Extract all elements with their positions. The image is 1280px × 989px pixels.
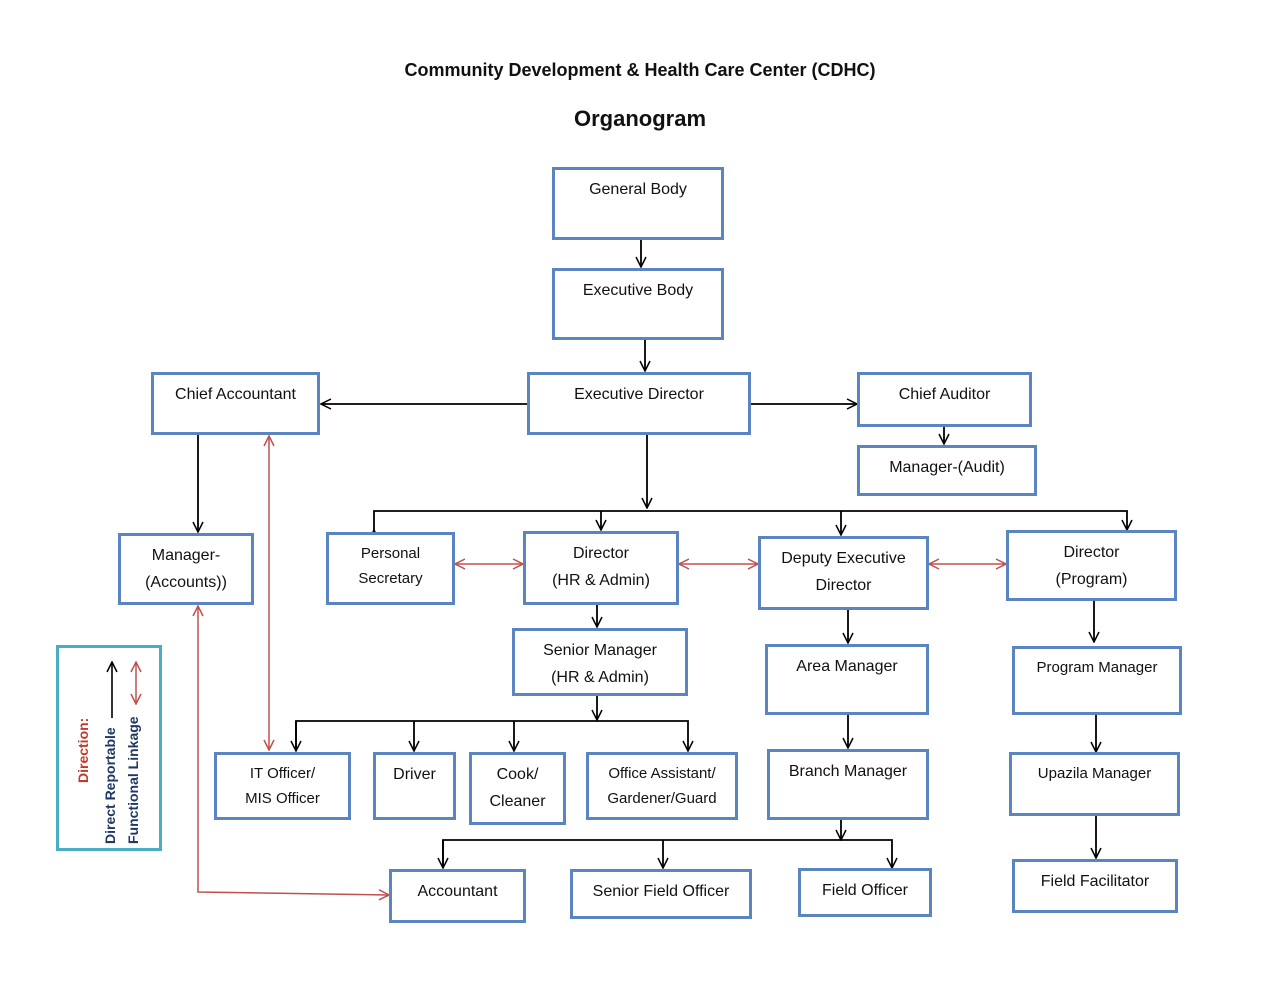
node-accountant: Accountant <box>389 869 526 923</box>
node-label: Area Manager <box>796 658 898 675</box>
node-cook-cleaner: Cook/ Cleaner <box>469 752 566 825</box>
node-label: IT Officer/ <box>249 765 316 782</box>
node-field-facilitator: Field Facilitator <box>1012 859 1178 913</box>
node-label: Field Officer <box>822 882 908 899</box>
node-label: (HR & Admin) <box>552 572 650 589</box>
legend-direct-label: Direct Reportable <box>102 727 118 844</box>
legend-box: Direction: Direct Reportable Functional … <box>56 645 162 851</box>
node-label: MIS Officer <box>245 790 320 807</box>
node-area-manager: Area Manager <box>765 644 929 715</box>
node-senior-field-officer: Senior Field Officer <box>570 869 752 919</box>
node-general-body: General Body <box>552 167 724 240</box>
legend-arrows <box>59 648 159 718</box>
node-label: (Program) <box>1055 571 1128 588</box>
node-label: Chief Auditor <box>898 386 991 403</box>
node-label: Program Manager <box>1036 659 1158 676</box>
node-driver: Driver <box>373 752 456 820</box>
node-label: Manager- <box>151 547 221 564</box>
node-manager-audit: Manager-(Audit) <box>857 445 1037 496</box>
node-label: Chief Accountant <box>175 386 296 403</box>
line-director-bus <box>374 510 1127 530</box>
connector-lines <box>0 240 1280 989</box>
node-office-assistant: Office Assistant/ Gardener/Guard <box>586 752 738 820</box>
node-label: Cook/ <box>496 766 539 783</box>
node-upazila-manager: Upazila Manager <box>1009 752 1180 816</box>
node-label: Deputy Executive <box>781 550 906 567</box>
node-chief-accountant: Chief Accountant <box>151 372 320 435</box>
line-support-bus <box>295 720 688 751</box>
node-executive-director: Executive Director <box>527 372 751 435</box>
node-label: Personal <box>360 545 421 562</box>
legend-functional-label: Functional Linkage <box>125 716 141 844</box>
node-label: General Body <box>589 181 687 198</box>
node-director-program: Director (Program) <box>1006 530 1177 601</box>
node-label: Secretary <box>358 570 423 587</box>
node-manager-accounts: Manager- (Accounts)) <box>118 533 254 605</box>
node-label: Director <box>1063 544 1120 561</box>
node-label: Executive Director <box>574 386 704 403</box>
node-executive-body: Executive Body <box>552 268 724 340</box>
node-label: Manager-(Audit) <box>889 459 1005 476</box>
node-it-officer: IT Officer/ MIS Officer <box>214 752 351 820</box>
node-label: Field Facilitator <box>1040 873 1150 890</box>
node-director-hr: Director (HR & Admin) <box>523 531 679 605</box>
node-field-officer: Field Officer <box>798 868 932 917</box>
node-label: Driver <box>393 766 436 783</box>
node-label: Office Assistant/ <box>608 765 716 782</box>
node-label: Senior Field Officer <box>592 883 730 900</box>
node-program-manager: Program Manager <box>1012 646 1182 715</box>
node-label: Director <box>815 577 872 594</box>
node-label: (HR & Admin) <box>551 669 649 686</box>
node-senior-manager-hr: Senior Manager (HR & Admin) <box>512 628 688 696</box>
node-deputy-executive-director: Deputy Executive Director <box>758 536 929 610</box>
node-label: (Accounts)) <box>145 574 227 591</box>
node-label: Director <box>572 545 629 562</box>
node-personal-secretary: Personal Secretary <box>326 532 455 605</box>
node-branch-manager: Branch Manager <box>767 749 929 820</box>
node-label: Gardener/Guard <box>607 790 717 807</box>
func-mgr-acc-accountant <box>198 606 389 895</box>
node-label: Cleaner <box>489 793 546 810</box>
node-label: Senior Manager <box>543 642 657 659</box>
node-chief-auditor: Chief Auditor <box>857 372 1032 427</box>
node-label: Upazila Manager <box>1037 765 1152 782</box>
node-label: Accountant <box>417 883 498 900</box>
line-field-bus <box>442 839 892 868</box>
node-label: Executive Body <box>582 282 694 299</box>
node-label: Branch Manager <box>788 763 908 780</box>
